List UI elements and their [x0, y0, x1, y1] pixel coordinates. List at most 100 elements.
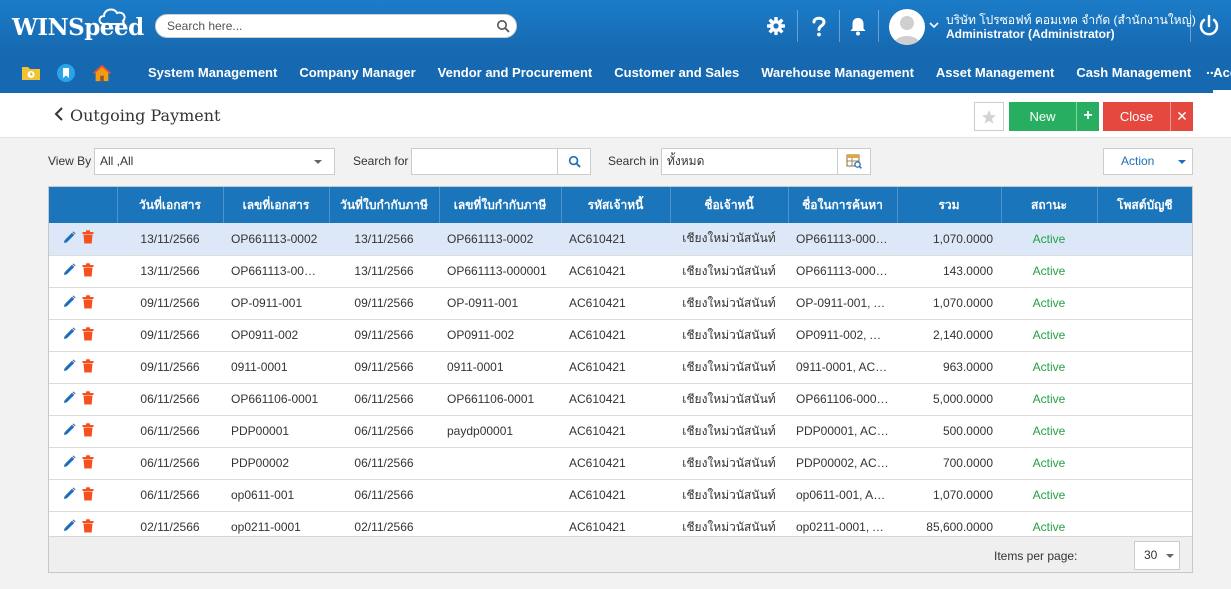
table-row[interactable]: 13/11/2566 OP661113-0002 13/11/2566 OP66111… [49, 223, 1192, 255]
search-icon[interactable] [496, 19, 510, 33]
cell-tax-no[interactable]: paydp00001 [439, 415, 561, 447]
cell-tax-no[interactable]: 0911-0001 [439, 351, 561, 383]
col-header-total[interactable]: รวม [897, 187, 1002, 223]
cell-vendor-code[interactable]: AC610421 [561, 447, 670, 479]
cell-tax-no[interactable]: OP661113-000001 [439, 255, 561, 287]
close-button-label[interactable]: Close [1103, 102, 1170, 131]
col-header-status[interactable]: สถานะ [1001, 187, 1098, 223]
cell-search-name[interactable]: PDP00001, AC61... [788, 415, 897, 447]
cell-total[interactable]: 700.0000 [897, 447, 1001, 479]
cell-total[interactable]: 2,140.0000 [897, 319, 1001, 351]
new-button-label[interactable]: New [1009, 102, 1076, 131]
chevron-down-icon[interactable] [929, 21, 939, 29]
col-header-posted[interactable]: โพสต์บัญชี [1097, 187, 1192, 223]
cell-search-name[interactable]: PDP00002, AC61... [788, 447, 897, 479]
delete-trash-icon[interactable] [82, 454, 94, 472]
nav-asset-management[interactable]: Asset Management [925, 52, 1065, 93]
cell-vendor-name[interactable]: เชียงใหม่วนัสนันท์ [670, 287, 788, 319]
cell-posted[interactable] [1097, 223, 1192, 255]
nav-customer-sales[interactable]: Customer and Sales [603, 52, 750, 93]
cell-posted[interactable] [1097, 319, 1192, 351]
col-header-vendor-code[interactable]: รหัสเจ้าหนี้ [561, 187, 671, 223]
col-header-tax-date[interactable]: วันที่ใบกำกับภาษี [329, 187, 440, 223]
edit-pencil-icon[interactable] [63, 327, 76, 343]
edit-pencil-icon[interactable] [63, 295, 76, 311]
cell-status[interactable]: Active [1001, 351, 1097, 383]
cell-tax-no[interactable]: OP661106-0001 [439, 383, 561, 415]
favorite-star-button[interactable] [974, 102, 1004, 131]
cell-doc-date[interactable]: 09/11/2566 [117, 287, 223, 319]
cell-tax-date[interactable]: 06/11/2566 [329, 415, 439, 447]
cell-vendor-name[interactable]: เชียงใหม่วนัสนันท์ [670, 447, 788, 479]
cell-total[interactable]: 963.0000 [897, 351, 1001, 383]
cell-vendor-code[interactable]: AC610421 [561, 479, 670, 511]
home-icon[interactable] [92, 63, 112, 83]
cell-tax-date[interactable]: 09/11/2566 [329, 351, 439, 383]
table-row[interactable]: 09/11/2566 OP0911-002 09/11/2566 OP0911-002… [49, 319, 1192, 351]
cell-doc-no[interactable]: OP661113-0000... [223, 255, 329, 287]
cell-tax-no[interactable] [439, 479, 561, 511]
cell-doc-no[interactable]: op0611-001 [223, 479, 329, 511]
cell-status[interactable]: Active [1001, 287, 1097, 319]
user-avatar[interactable] [889, 9, 925, 45]
cell-total[interactable]: 1,070.0000 [897, 287, 1001, 319]
cell-doc-no[interactable]: PDP00002 [223, 447, 329, 479]
delete-trash-icon[interactable] [82, 390, 94, 408]
cell-total[interactable]: 5,000.0000 [897, 383, 1001, 415]
new-plus-button[interactable]: + [1076, 102, 1099, 131]
nav-more-button[interactable]: ... [1206, 61, 1218, 77]
cell-search-name[interactable]: op0611-001, AC6... [788, 479, 897, 511]
cell-tax-date[interactable]: 06/11/2566 [329, 479, 439, 511]
table-row[interactable]: 06/11/2566 PDP00001 06/11/2566 paydp00001 AC… [49, 415, 1192, 447]
cell-vendor-name[interactable]: เชียงใหม่วนัสนันท์ [670, 383, 788, 415]
cell-doc-date[interactable]: 13/11/2566 [117, 223, 223, 255]
delete-trash-icon[interactable] [82, 486, 94, 504]
cell-vendor-name[interactable]: เชียงใหม่วนัสนันท์ [670, 479, 788, 511]
cell-search-name[interactable]: OP661113-00000... [788, 255, 897, 287]
bookmark-icon[interactable] [56, 63, 76, 83]
delete-trash-icon[interactable] [82, 262, 94, 280]
cell-posted[interactable] [1097, 479, 1192, 511]
delete-trash-icon[interactable] [82, 518, 94, 536]
cell-vendor-code[interactable]: AC610421 [561, 255, 670, 287]
cell-status[interactable]: Active [1001, 223, 1097, 255]
cell-total[interactable]: 1,070.0000 [897, 479, 1001, 511]
cell-status[interactable]: Active [1001, 383, 1097, 415]
notification-bell-icon[interactable] [846, 14, 870, 38]
cell-total[interactable]: 1,070.0000 [897, 223, 1001, 255]
cell-doc-no[interactable]: PDP00001 [223, 415, 329, 447]
cell-doc-no[interactable]: OP0911-002 [223, 319, 329, 351]
delete-trash-icon[interactable] [82, 294, 94, 312]
edit-pencil-icon[interactable] [63, 455, 76, 471]
cell-status[interactable]: Active [1001, 479, 1097, 511]
cell-tax-no[interactable]: OP-0911-001 [439, 287, 561, 319]
cell-vendor-name[interactable]: เชียงใหม่วนัสนันท์ [670, 351, 788, 383]
cell-tax-date[interactable]: 09/11/2566 [329, 319, 439, 351]
table-row[interactable]: 09/11/2566 0911-0001 09/11/2566 0911-0001 AC… [49, 351, 1192, 383]
cell-doc-date[interactable]: 09/11/2566 [117, 351, 223, 383]
nav-warehouse-management[interactable]: Warehouse Management [750, 52, 925, 93]
cell-status[interactable]: Active [1001, 255, 1097, 287]
delete-trash-icon[interactable] [82, 358, 94, 376]
table-row[interactable]: 06/11/2566 op0611-001 06/11/2566 AC610421 เช… [49, 479, 1192, 511]
edit-pencil-icon[interactable] [63, 391, 76, 407]
cell-search-name[interactable]: OP-0911-001, AC... [788, 287, 897, 319]
search-in-picker-button[interactable] [837, 148, 871, 175]
cell-tax-no[interactable]: OP661113-0002 [439, 223, 561, 255]
cell-total[interactable]: 143.0000 [897, 255, 1001, 287]
col-header-doc-date[interactable]: วันที่เอกสาร [117, 187, 224, 223]
cell-status[interactable]: Active [1001, 415, 1097, 447]
cell-tax-no[interactable] [439, 447, 561, 479]
close-button[interactable]: Close ✕ [1103, 102, 1193, 131]
global-search-input[interactable] [156, 15, 476, 37]
cell-search-name[interactable]: OP661106-0001,... [788, 383, 897, 415]
nav-cash-management[interactable]: Cash Management [1065, 52, 1202, 93]
cell-tax-date[interactable]: 06/11/2566 [329, 447, 439, 479]
cell-search-name[interactable]: OP661113-0002,... [788, 223, 897, 255]
new-button[interactable]: New + [1009, 102, 1099, 131]
cell-doc-date[interactable]: 13/11/2566 [117, 255, 223, 287]
cell-posted[interactable] [1097, 447, 1192, 479]
cell-posted[interactable] [1097, 351, 1192, 383]
cell-doc-no[interactable]: OP661106-0001 [223, 383, 329, 415]
nav-company-manager[interactable]: Company Manager [288, 52, 426, 93]
